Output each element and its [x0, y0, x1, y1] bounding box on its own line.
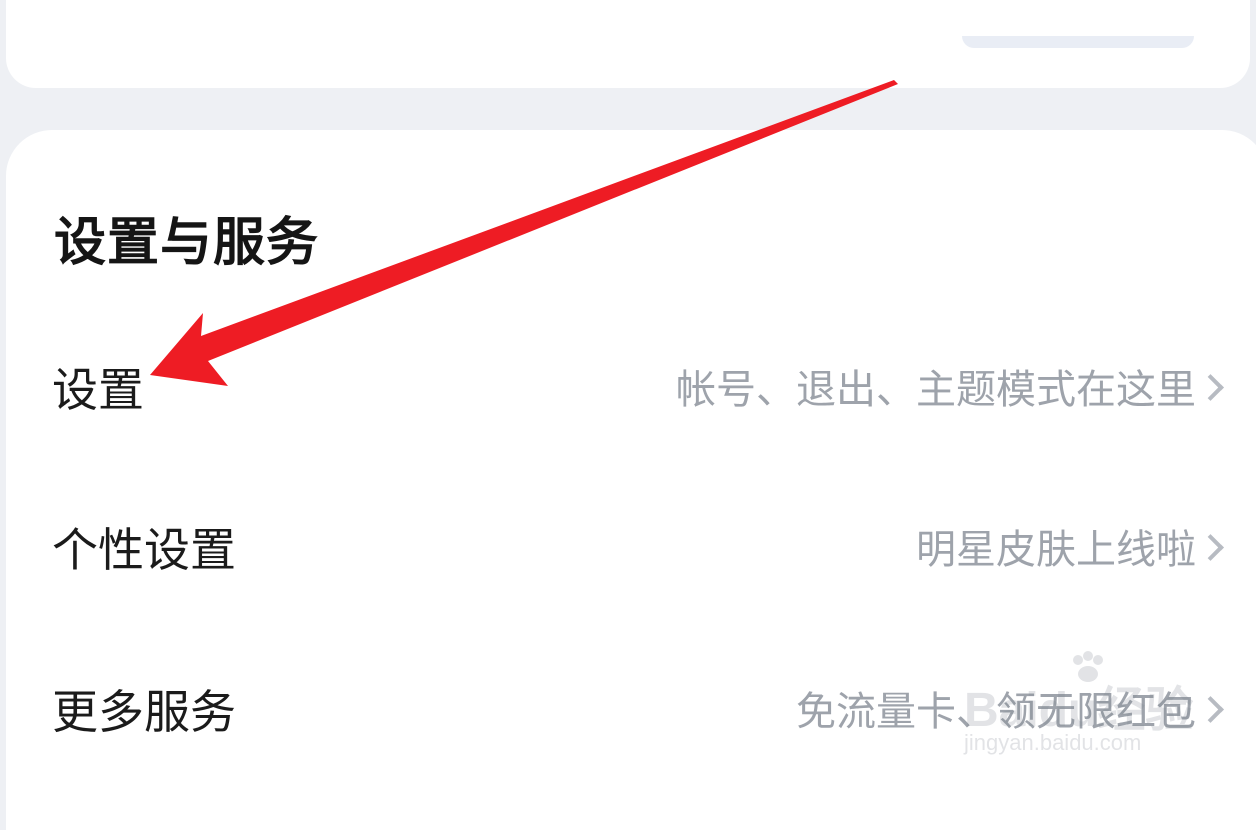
- personalization-row[interactable]: 个性设置 明星皮肤上线啦: [0, 490, 1256, 610]
- chevron-right-icon: [1197, 534, 1224, 561]
- personalization-hint: 明星皮肤上线啦: [916, 527, 1196, 573]
- chevron-right-icon: [1197, 696, 1224, 723]
- more-services-label: 更多服务: [52, 685, 236, 739]
- section-title: 设置与服务: [54, 213, 320, 273]
- personalization-label: 个性设置: [52, 523, 236, 577]
- settings-hint: 帐号、退出、主题模式在这里: [676, 367, 1196, 413]
- top-pill-button[interactable]: [962, 36, 1194, 48]
- settings-row[interactable]: 设置 帐号、退出、主题模式在这里: [0, 330, 1256, 450]
- more-services-hint: 免流量卡、领无限红包: [796, 689, 1196, 735]
- chevron-right-icon: [1197, 374, 1224, 401]
- more-services-row[interactable]: 更多服务 免流量卡、领无限红包: [0, 652, 1256, 772]
- settings-label: 设置: [52, 363, 144, 417]
